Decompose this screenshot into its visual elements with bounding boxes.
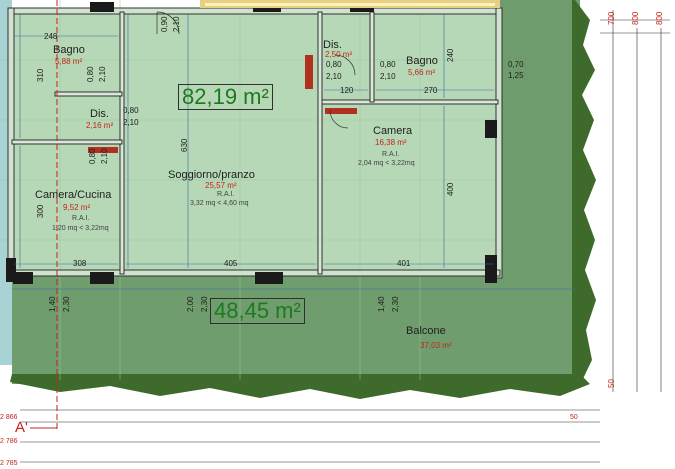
mid-french-w: 2,00 [186,296,195,312]
dis1-door-w: 0,80 [123,106,139,115]
room-area-camera: 16,38 m² [375,138,407,147]
left-french-w: 1,40 [48,296,57,312]
dim-dis2-width: 120 [340,86,354,95]
wall-int-4 [317,11,323,275]
wall-int-2 [11,139,123,145]
dim-bagno2-width: 270 [424,86,438,95]
wall-int-6 [369,11,375,103]
bagno2-door-w: 0,80 [380,60,396,69]
dim-camera-width: 401 [397,259,411,268]
rai-value-soggiorno: 3,32 mq < 4,60 mq [190,200,249,207]
room-name-dis-1: Dis. [90,108,109,120]
bagno2-door-h: 2,10 [380,72,396,81]
camera-cucina-door-h: 2,10 [100,148,109,164]
dim-camera-cucina-width: 308 [73,259,87,268]
left-french-h: 2,30 [62,296,71,312]
top-door-h: 2,10 [172,16,181,32]
dim-bottom-2786: 2 786 [0,438,18,445]
dim-bagno2-height: 240 [446,48,455,62]
dim-bottom-50: 50 [570,414,578,421]
room-area-camera-cucina: 9,52 m² [63,203,91,212]
dim-bagno1-height: 310 [36,68,45,82]
room-name-camera-cucina: Camera/Cucina [35,189,112,201]
rai-label-camera: R.A.I. [382,151,400,158]
dim-camera-cucina-height: 300 [36,204,45,218]
rai-label-camera-cucina: R.A.I. [72,215,90,222]
dim-bagno1-width: 248 [44,32,58,41]
dim-right-700: 700 [607,11,616,25]
right-window-w: 0,70 [508,60,524,69]
dim-soggiorno-width: 405 [224,259,238,268]
room-area-balcone: 37,03 m² [420,341,452,350]
rai-value-camera: 2,04 mq < 3,22mq [358,160,415,167]
red-element-1 [305,55,313,89]
dim-bottom-2785: 2 785 [0,460,18,467]
wall-right [495,7,503,279]
dis2-door-h: 2,10 [326,72,342,81]
bagno1-window-h: 2,10 [98,66,107,82]
camera-cucina-door-w: 0,80 [88,148,97,164]
room-name-camera: Camera [373,125,413,137]
section-label: A' [15,419,28,436]
rai-value-camera-cucina: 1,20 mq < 3,22mq [52,225,109,232]
total-area-label: 82,19 m² [178,84,273,110]
balcony-area [12,274,580,384]
dim-soggiorno-height: 630 [180,138,189,152]
mid-french-h: 2,30 [200,296,209,312]
right-window-h: 1,25 [508,71,524,80]
room-name-bagno-1: Bagno [53,44,85,56]
dis1-door-h: 2,10 [123,118,139,127]
wall-int-3 [54,91,123,97]
wall-int-5 [321,99,499,105]
dis2-door-w: 0,80 [326,60,342,69]
room-name-balcone: Balcone [406,325,446,337]
right-french-w: 1,40 [377,296,386,312]
room-area-dis-1: 2,16 m² [86,121,114,130]
dim-camera-height: 400 [446,182,455,196]
room-name-soggiorno: Soggiorno/pranzo [168,169,255,181]
room-area-bagno-1: 5,88 m² [55,57,83,66]
rai-label-soggiorno: R.A.I. [217,191,235,198]
room-area-bagno-2: 5,66 m² [408,68,436,77]
top-door-w: 0,90 [160,16,169,32]
bagno1-window-w: 0,80 [86,66,95,82]
dim-right-50: 50 [607,379,616,388]
balcony-area-label: 48,45 m² [210,298,305,324]
room-name-bagno-2: Bagno [406,55,438,67]
room-area-soggiorno: 25,57 m² [205,181,237,190]
right-french-h: 2,30 [391,296,400,312]
room-area-dis-2: 2,50 m² [325,50,353,59]
dim-right-800-b: 800 [655,11,664,25]
dim-right-800-a: 800 [631,11,640,25]
